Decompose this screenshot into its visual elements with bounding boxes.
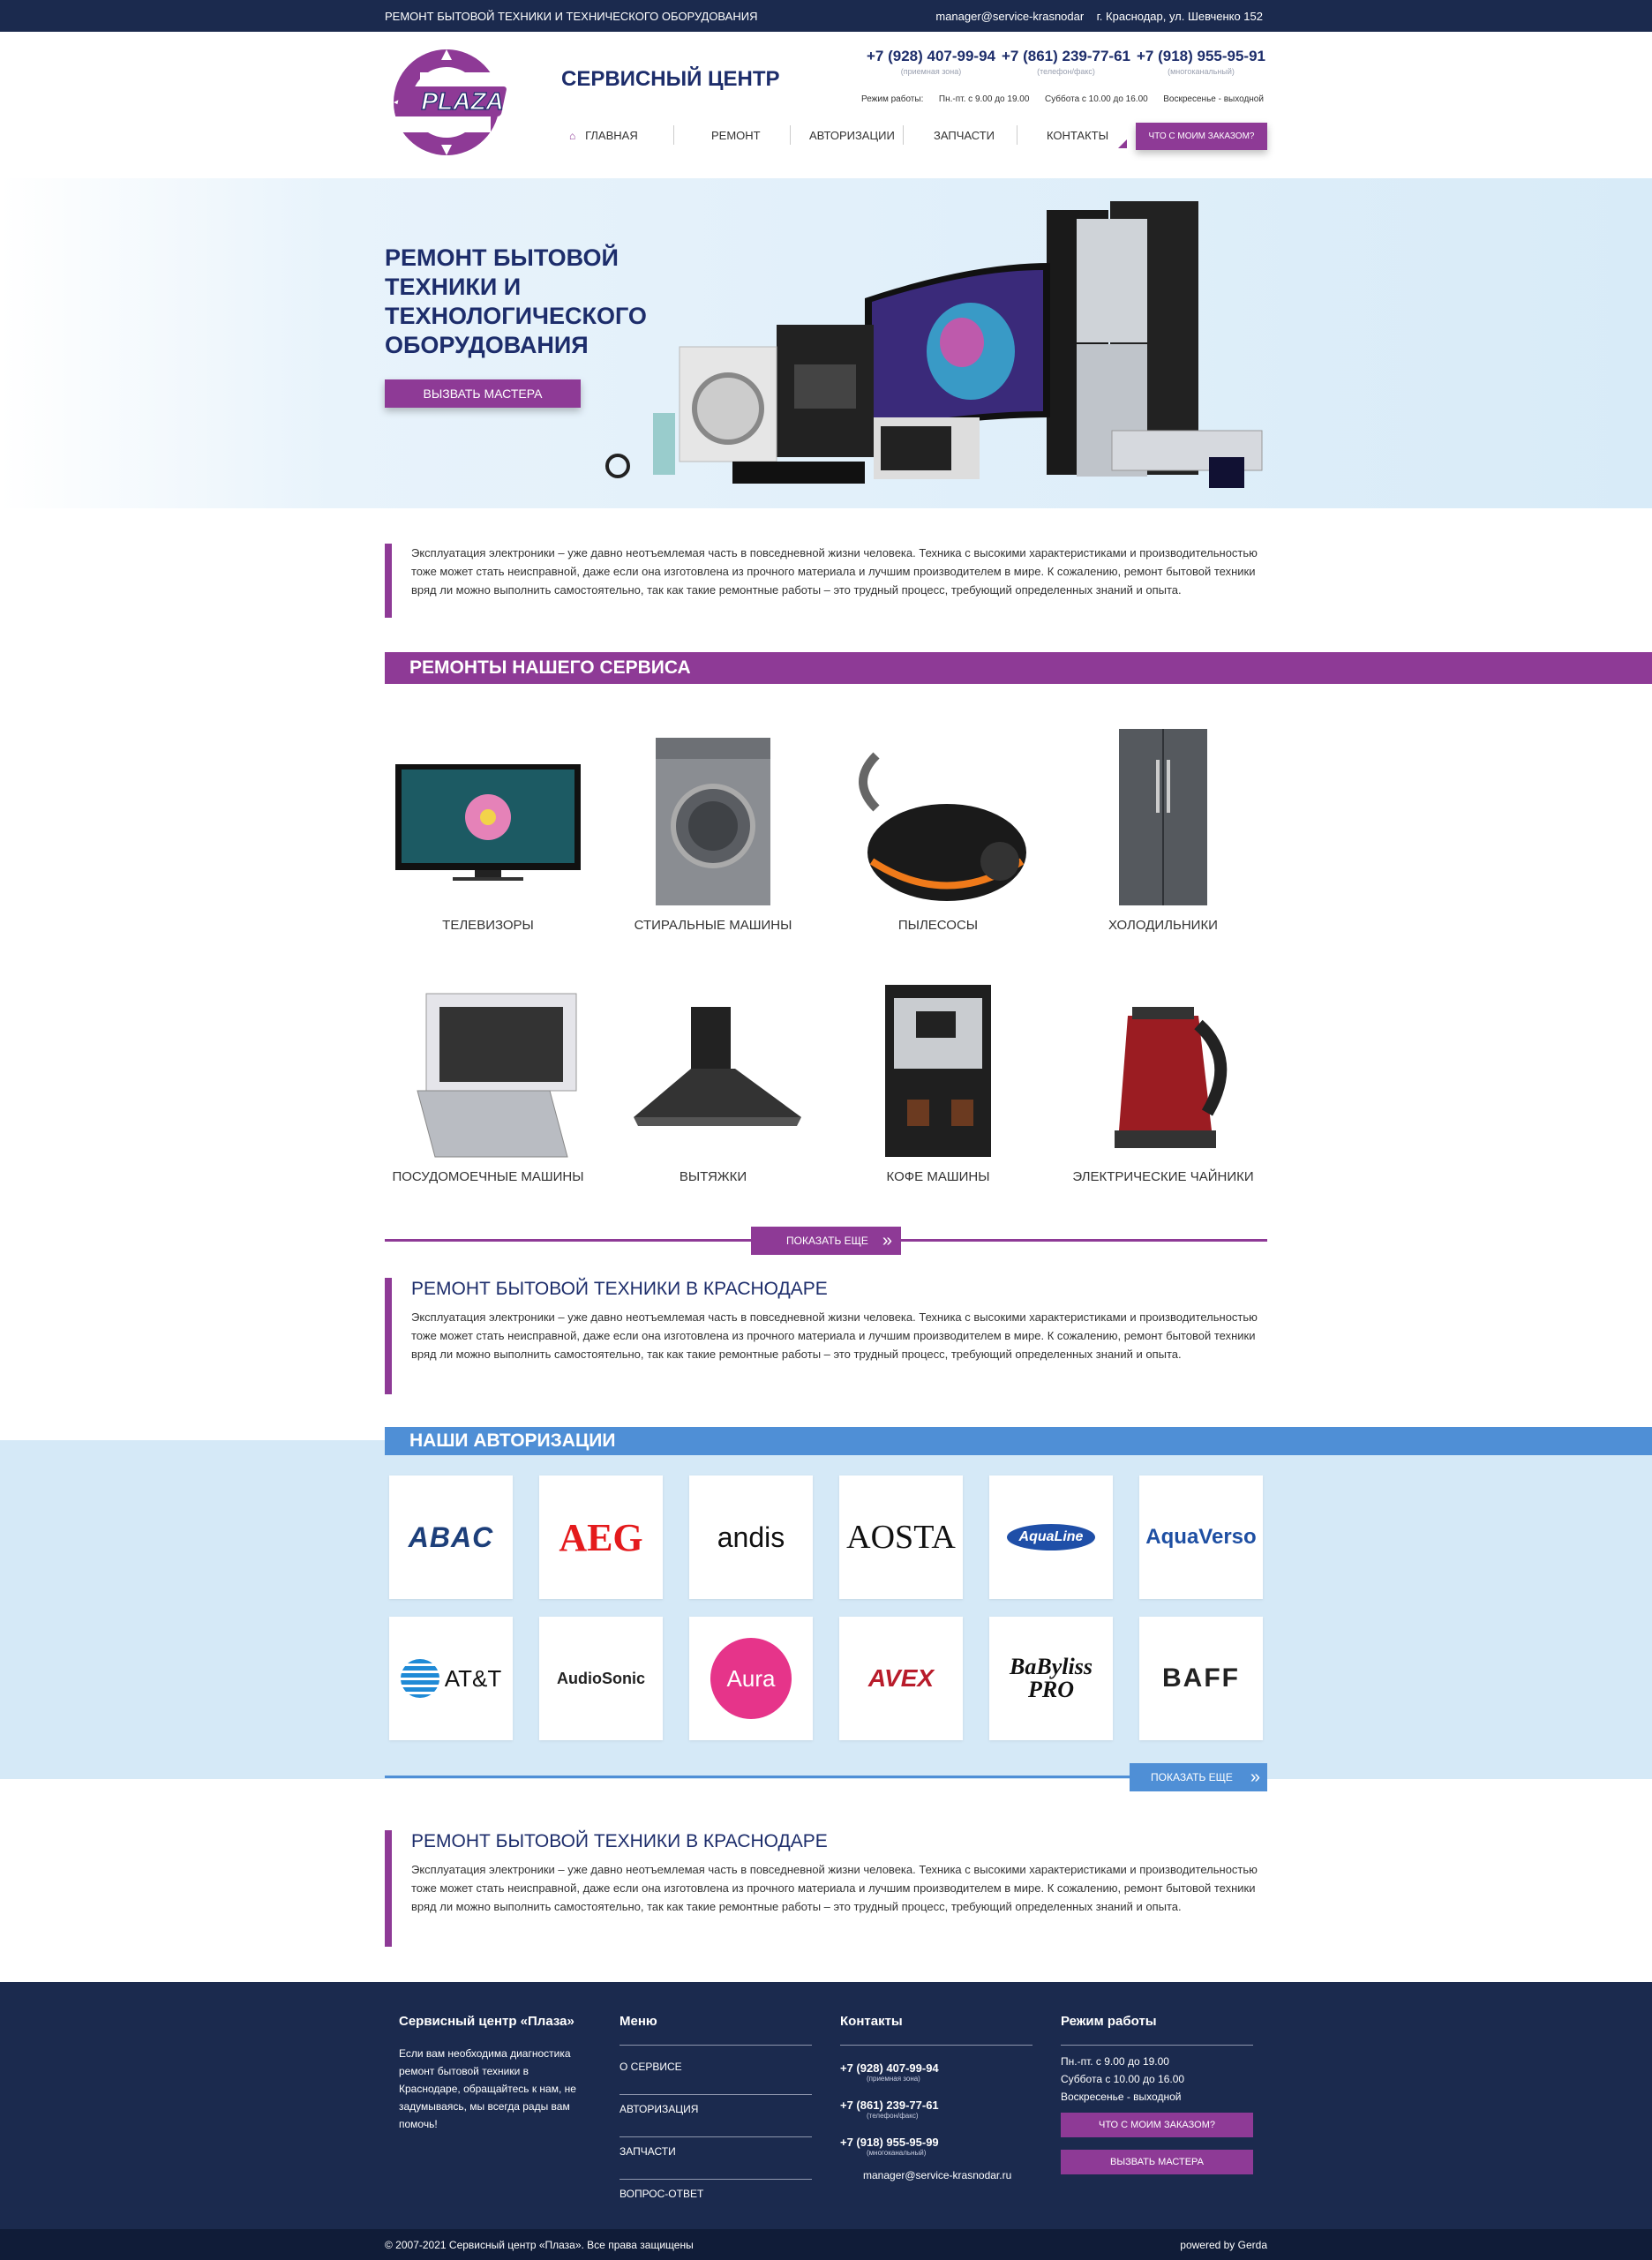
brand-aeg[interactable]: AEG (539, 1475, 663, 1599)
brand-baff[interactable]: BAFF (1139, 1617, 1263, 1740)
washing-machine-icon (607, 720, 819, 914)
services-heading: РЕМОНТЫ НАШЕГО СЕРВИСА (385, 652, 1652, 684)
service-tv[interactable]: ТЕЛЕВИЗОРЫ (382, 720, 594, 933)
about-title-2: РЕМОНТ БЫТОВОЙ ТЕХНИКИ В КРАСНОДАРЕ (411, 1831, 828, 1851)
brand-babyliss-pro[interactable]: BaByliss PRO (989, 1617, 1113, 1740)
order-status-button[interactable]: ЧТО С МОИМ ЗАКАЗОМ? (1136, 123, 1267, 150)
authorizations-show-more-button[interactable]: ПОКАЗАТЬ ЕЩЕ » (1130, 1763, 1267, 1791)
top-bar-address: г. Краснодар, ул. Шевченко 152 (1096, 10, 1263, 23)
brand-aquaverso[interactable]: AquaVerso (1139, 1475, 1263, 1599)
brand-abac[interactable]: ABAC (389, 1475, 513, 1599)
powered-by-link[interactable]: powered by Gerda (1180, 2239, 1267, 2251)
intro-text: Эксплуатация электроники – уже давно нео… (385, 544, 1267, 618)
brand-aqualine[interactable]: AquaLine (989, 1475, 1113, 1599)
footer-about: Сервисный центр «Плаза» Если вам необход… (399, 2014, 584, 2133)
footer-phone-3[interactable]: +7 (918) 955-95-99 (многоканальный) (840, 2136, 1032, 2157)
bottom-bar: © 2007-2021 Сервисный центр «Плаза». Все… (0, 2229, 1652, 2260)
call-master-button[interactable]: ВЫЗВАТЬ МАСТЕРА (385, 379, 581, 408)
service-dishwashers[interactable]: ПОСУДОМОЕЧНЫЕ МАШИНЫ (382, 972, 594, 1184)
phone-3[interactable]: +7 (918) 955-95-91 (многоканальный) (1135, 48, 1267, 76)
services-show-more-button[interactable]: ПОКАЗАТЬ ЕЩЕ » (751, 1227, 901, 1255)
copyright: © 2007-2021 Сервисный центр «Плаза». Все… (385, 2239, 694, 2251)
electric-kettle-icon (1057, 972, 1269, 1166)
footer-hours-title: Режим работы (1061, 2014, 1157, 2029)
chevron-down-icon: » (882, 1231, 892, 1250)
footer-menu-about[interactable]: О СЕРВИСЕ (620, 2053, 812, 2094)
svg-text:PLAZA: PLAZA (421, 87, 503, 115)
header-phones: +7 (928) 407-99-94 (приемная зона) +7 (8… (865, 48, 1267, 83)
authorizations-heading: НАШИ АВТОРИЗАЦИИ (385, 1427, 1652, 1455)
footer-call-master-button[interactable]: ВЫЗВАТЬ МАСТЕРА (1061, 2150, 1253, 2174)
range-hood-icon (607, 972, 819, 1166)
service-refrigerators[interactable]: ХОЛОДИЛЬНИКИ (1057, 720, 1269, 933)
footer-phone-2[interactable]: +7 (861) 239-77-61 (телефон/факс) (840, 2099, 1032, 2120)
footer-phone-1[interactable]: +7 (928) 407-99-94 (приемная зона) (840, 2061, 1032, 2083)
chevron-right-icon: » (1250, 1768, 1260, 1787)
service-washing-machines[interactable]: СТИРАЛЬНЫЕ МАШИНЫ (607, 720, 819, 933)
top-bar: РЕМОНТ БЫТОВОЙ ТЕХНИКИ И ТЕХНИЧЕСКОГО ОБ… (0, 0, 1652, 32)
page: РЕМОНТ БЫТОВОЙ ТЕХНИКИ И ТЕХНИЧЕСКОГО ОБ… (0, 0, 1652, 2260)
service-vacuum-cleaners[interactable]: ПЫЛЕСОСЫ (832, 720, 1044, 933)
authorizations-section (0, 1440, 1652, 1779)
top-bar-title: РЕМОНТ БЫТОВОЙ ТЕХНИКИ И ТЕХНИЧЕСКОГО ОБ… (385, 10, 758, 23)
footer-menu-title: Меню (620, 2014, 657, 2029)
brand-title: СЕРВИСНЫЙ ЦЕНТР (561, 67, 780, 91)
footer-menu-parts[interactable]: ЗАПЧАСТИ (620, 2137, 812, 2179)
nav-contacts[interactable]: КОНТАКТЫ (1047, 129, 1108, 142)
header-hours: Режим работы: Пн.-пт. с 9.00 до 19.00 Су… (861, 94, 1264, 104)
top-bar-contacts: manager@service-krasnodar г. Краснодар, … (935, 10, 1263, 23)
brand-aosta[interactable]: AOSTA (839, 1475, 963, 1599)
footer-email[interactable]: manager@service-krasnodar.ru (840, 2169, 1032, 2181)
footer-contacts: Контакты +7 (928) 407-99-94 (приемная зон… (840, 2014, 1032, 2181)
about-title-1: РЕМОНТ БЫТОВОЙ ТЕХНИКИ В КРАСНОДАРЕ (411, 1279, 828, 1299)
vacuum-cleaner-icon (832, 720, 1044, 914)
service-coffee-machines[interactable]: КОФЕ МАШИНЫ (832, 972, 1044, 1184)
footer: Сервисный центр «Плаза» Если вам необход… (0, 1982, 1652, 2229)
footer-about-title: Сервисный центр «Плаза» (399, 2014, 574, 2029)
footer-menu: Меню О СЕРВИСЕ АВТОРИЗАЦИЯ ЗАПЧАСТИ ВОПР… (620, 2014, 812, 2221)
brand-aura[interactable]: Aura (689, 1617, 813, 1740)
top-bar-email[interactable]: manager@service-krasnodar (935, 10, 1084, 23)
plaza-logo[interactable]: PLAZA (385, 48, 544, 157)
footer-contacts-title: Контакты (840, 2014, 903, 2029)
service-range-hoods[interactable]: ВЫТЯЖКИ (607, 972, 819, 1184)
footer-order-status-button[interactable]: ЧТО С МОИМ ЗАКАЗОМ? (1061, 2113, 1253, 2137)
brand-audiosonic[interactable]: AudioSonic (539, 1617, 663, 1740)
nav-authorizations[interactable]: АВТОРИЗАЦИИ (809, 129, 895, 142)
about-block-1: РЕМОНТ БЫТОВОЙ ТЕХНИКИ В КРАСНОДАРЕ Эксп… (385, 1278, 1267, 1394)
tv-icon (382, 720, 594, 914)
brand-andis[interactable]: andis (689, 1475, 813, 1599)
brand-att[interactable]: AT&T (389, 1617, 513, 1740)
nav-repair[interactable]: РЕМОНТ (711, 129, 761, 142)
appliances-image (600, 192, 1271, 492)
phone-1[interactable]: +7 (928) 407-99-94 (приемная зона) (865, 48, 997, 76)
footer-hours: Режим работы Пн.-пт. с 9.00 до 19.00 Суб… (1061, 2014, 1253, 2174)
about-text-2: Эксплуатация электроники – уже давно нео… (411, 1863, 1258, 1913)
service-electric-kettles[interactable]: ЭЛЕКТРИЧЕСКИЕ ЧАЙНИКИ (1057, 972, 1269, 1184)
footer-about-text: Если вам необходима диагностика ремонт б… (399, 2047, 576, 2130)
phone-2[interactable]: +7 (861) 239-77-61 (телефон/факс) (1000, 48, 1132, 76)
footer-menu-faq[interactable]: ВОПРОС-ОТВЕТ (620, 2180, 812, 2221)
globe-icon (400, 1659, 439, 1698)
nav-home[interactable]: ⌂ ГЛАВНАЯ (569, 129, 638, 142)
nav-parts[interactable]: ЗАПЧАСТИ (934, 129, 995, 142)
home-icon: ⌂ (569, 130, 576, 142)
about-block-2: РЕМОНТ БЫТОВОЙ ТЕХНИКИ В КРАСНОДАРЕ Эксп… (385, 1830, 1267, 1947)
coffee-machine-icon (832, 972, 1044, 1166)
dishwasher-icon (382, 972, 594, 1166)
brand-avex[interactable]: AVEX (839, 1617, 963, 1740)
about-text-1: Эксплуатация электроники – уже давно нео… (411, 1310, 1258, 1361)
footer-menu-authorization[interactable]: АВТОРИЗАЦИЯ (620, 2095, 812, 2136)
corner-mark-icon (1118, 139, 1127, 148)
refrigerator-icon (1057, 720, 1269, 914)
